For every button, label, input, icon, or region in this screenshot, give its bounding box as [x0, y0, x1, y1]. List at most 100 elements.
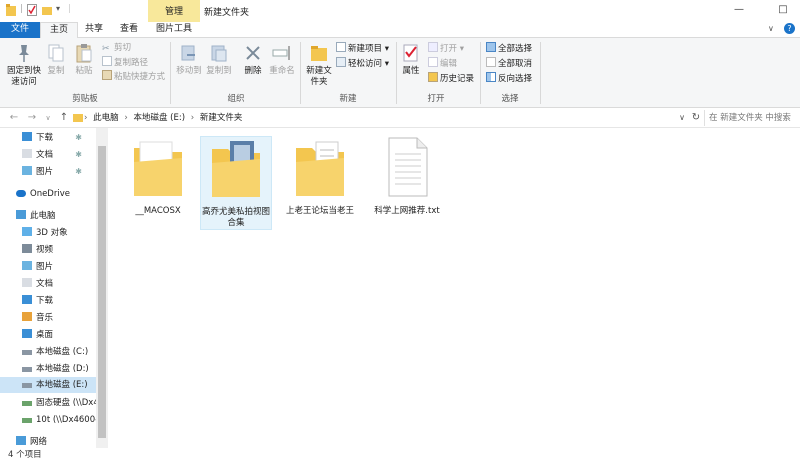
sidebar-item-label: 此电脑 — [30, 211, 56, 221]
tab-file[interactable]: 文件 — [0, 22, 40, 38]
breadcrumb-drive-e[interactable]: 本地磁盘 (E:) — [133, 111, 185, 125]
copy-button[interactable]: 复制 — [44, 42, 68, 77]
music-icon — [22, 312, 32, 321]
new-folder-qa-icon[interactable] — [42, 4, 52, 18]
sidebar-scroll-thumb[interactable] — [98, 146, 106, 438]
sidebar-item-ssd-network[interactable]: 固态硬盘 (\\Dx4 — [22, 395, 96, 411]
pin-quick-access-button[interactable]: 固定到快速访问 — [4, 42, 44, 88]
easy-access-icon — [336, 57, 346, 67]
sidebar-item-label: 下载 — [36, 296, 54, 306]
context-tab-manage[interactable]: 管理 — [148, 0, 200, 22]
title-bar: | ▾ | 管理 新建文件夹 — □ — [0, 0, 800, 22]
edit-button[interactable]: 编辑 — [428, 57, 457, 70]
help-icon[interactable]: ? — [784, 23, 795, 34]
invert-selection-button[interactable]: 反向选择 — [486, 72, 532, 85]
sidebar-item-onedrive[interactable]: OneDrive — [16, 186, 96, 202]
sidebar-item-documents-pinned[interactable]: 文档 ✱ — [22, 147, 96, 163]
sidebar-item-pictures[interactable]: 图片 — [22, 259, 96, 275]
new-item-button[interactable]: 新建项目 ▾ — [336, 42, 389, 55]
folder-icon — [134, 141, 182, 196]
computer-icon — [16, 210, 26, 219]
pin-icon: ✱ — [75, 133, 82, 142]
properties-qa-icon[interactable] — [27, 4, 37, 18]
sidebar-item-label: 网络 — [30, 437, 48, 447]
cut-button[interactable]: ✂ 剪切 — [102, 42, 131, 55]
easy-access-button[interactable]: 轻松访问 ▾ — [336, 57, 389, 70]
back-arrow-icon[interactable]: ← — [8, 112, 20, 124]
sidebar-item-label: 文档 — [36, 150, 54, 160]
separator-bar: | — [68, 4, 72, 14]
select-all-button[interactable]: 全部选择 — [486, 42, 532, 55]
sidebar-item-drive-e[interactable]: 本地磁盘 (E:) — [0, 377, 96, 393]
move-to-button[interactable]: 移动到 — [174, 42, 204, 77]
refresh-icon[interactable]: ↻ — [690, 112, 702, 124]
group-label-select: 选择 — [501, 94, 519, 104]
sidebar-item-3d-objects[interactable]: 3D 对象 — [22, 225, 96, 241]
ribbon-collapse-icon[interactable]: ∨ — [768, 24, 774, 33]
breadcrumb-current-folder[interactable]: 新建文件夹 — [200, 111, 243, 125]
sidebar-item-downloads-pinned[interactable]: 下载 ✱ — [22, 130, 96, 146]
sidebar-item-drive-c[interactable]: 本地磁盘 (C:) — [22, 344, 96, 360]
breadcrumb-this-pc[interactable]: 此电脑 — [93, 111, 119, 125]
sidebar-item-drive-d[interactable]: 本地磁盘 (D:) — [22, 361, 96, 377]
copy-to-label: 复制到 — [206, 66, 232, 76]
sidebar-item-music[interactable]: 音乐 — [22, 310, 96, 326]
pictures-icon — [22, 166, 32, 175]
network-icon — [16, 436, 26, 445]
select-none-label: 全部取消 — [498, 59, 533, 69]
status-item-count: 4 个项目 — [8, 450, 42, 460]
network-drive-icon — [22, 401, 32, 406]
tab-view[interactable]: 查看 — [114, 22, 144, 38]
maximize-button[interactable]: □ — [776, 3, 790, 17]
file-item[interactable]: 上老王论坛当老王 — [284, 136, 356, 217]
paste-shortcut-button[interactable]: 粘贴快捷方式 — [102, 70, 165, 83]
tab-home[interactable]: 主页 — [40, 22, 78, 39]
sidebar-item-desktop[interactable]: 桌面 — [22, 327, 96, 343]
rename-label: 重命名 — [269, 66, 295, 76]
sidebar-item-videos[interactable]: 视频 — [22, 242, 96, 258]
new-folder-button[interactable]: 新建文件夹 — [304, 42, 334, 88]
new-folder-icon — [311, 46, 327, 61]
sidebar-item-pictures-pinned[interactable]: 图片 ✱ — [22, 164, 96, 180]
invert-selection-icon — [486, 72, 496, 82]
file-list: __MACOSX 高乔尤美私拍视图合集 上老王论坛当老王 科学上网推荐.txt — [110, 128, 800, 448]
sidebar-item-label: 图片 — [36, 167, 54, 177]
address-dropdown-icon[interactable]: ∨ — [676, 112, 688, 124]
explorer-window: | ▾ | 管理 新建文件夹 — □ 文件 主页 共享 查看 图片工具 ∨ ? … — [0, 0, 800, 462]
select-none-icon — [486, 57, 496, 67]
paste-button[interactable]: 粘贴 — [72, 42, 96, 77]
up-arrow-icon[interactable]: ↑ — [58, 112, 70, 124]
copy-to-button[interactable]: 复制到 — [204, 42, 234, 77]
tab-picture-tools[interactable]: 图片工具 — [150, 22, 198, 38]
sidebar-item-label: 图片 — [36, 262, 54, 272]
history-label: 历史记录 — [440, 74, 475, 84]
file-item-selected[interactable]: 高乔尤美私拍视图合集 — [200, 136, 272, 230]
open-button[interactable]: 打开 ▾ — [428, 42, 464, 55]
search-input[interactable]: 在 新建文件夹 中搜索 — [704, 110, 800, 126]
file-item[interactable]: __MACOSX — [122, 136, 194, 217]
properties-button[interactable]: 属性 — [398, 42, 424, 77]
select-none-button[interactable]: 全部取消 — [486, 57, 532, 70]
delete-button[interactable]: 删除 — [240, 42, 266, 77]
paste-icon — [76, 44, 92, 63]
sidebar-item-10t-network[interactable]: 10t (\\Dx4600- — [22, 412, 96, 428]
tab-share[interactable]: 共享 — [80, 22, 108, 38]
sidebar-item-label: OneDrive — [30, 189, 70, 199]
history-button[interactable]: 历史记录 — [428, 72, 474, 85]
sidebar-item-this-pc[interactable]: 此电脑 — [16, 208, 96, 224]
documents-icon — [22, 149, 32, 158]
file-item[interactable]: 科学上网推荐.txt — [366, 136, 448, 217]
qa-customize-icon[interactable]: ▾ — [56, 4, 60, 18]
forward-arrow-icon[interactable]: → — [26, 112, 38, 124]
copy-path-button[interactable]: 复制路径 — [102, 56, 148, 69]
sidebar-item-documents[interactable]: 文档 — [22, 276, 96, 292]
sidebar-item-downloads[interactable]: 下载 — [22, 293, 96, 309]
rename-button[interactable]: 重命名 — [266, 42, 298, 77]
scissors-icon: ✂ — [102, 44, 110, 54]
recent-chevron-icon[interactable]: ∨ — [42, 112, 54, 124]
rename-icon — [272, 46, 290, 60]
downloads-icon — [22, 132, 32, 141]
group-separator — [396, 42, 397, 104]
downloads-icon — [22, 295, 32, 304]
minimize-button[interactable]: — — [732, 3, 746, 17]
